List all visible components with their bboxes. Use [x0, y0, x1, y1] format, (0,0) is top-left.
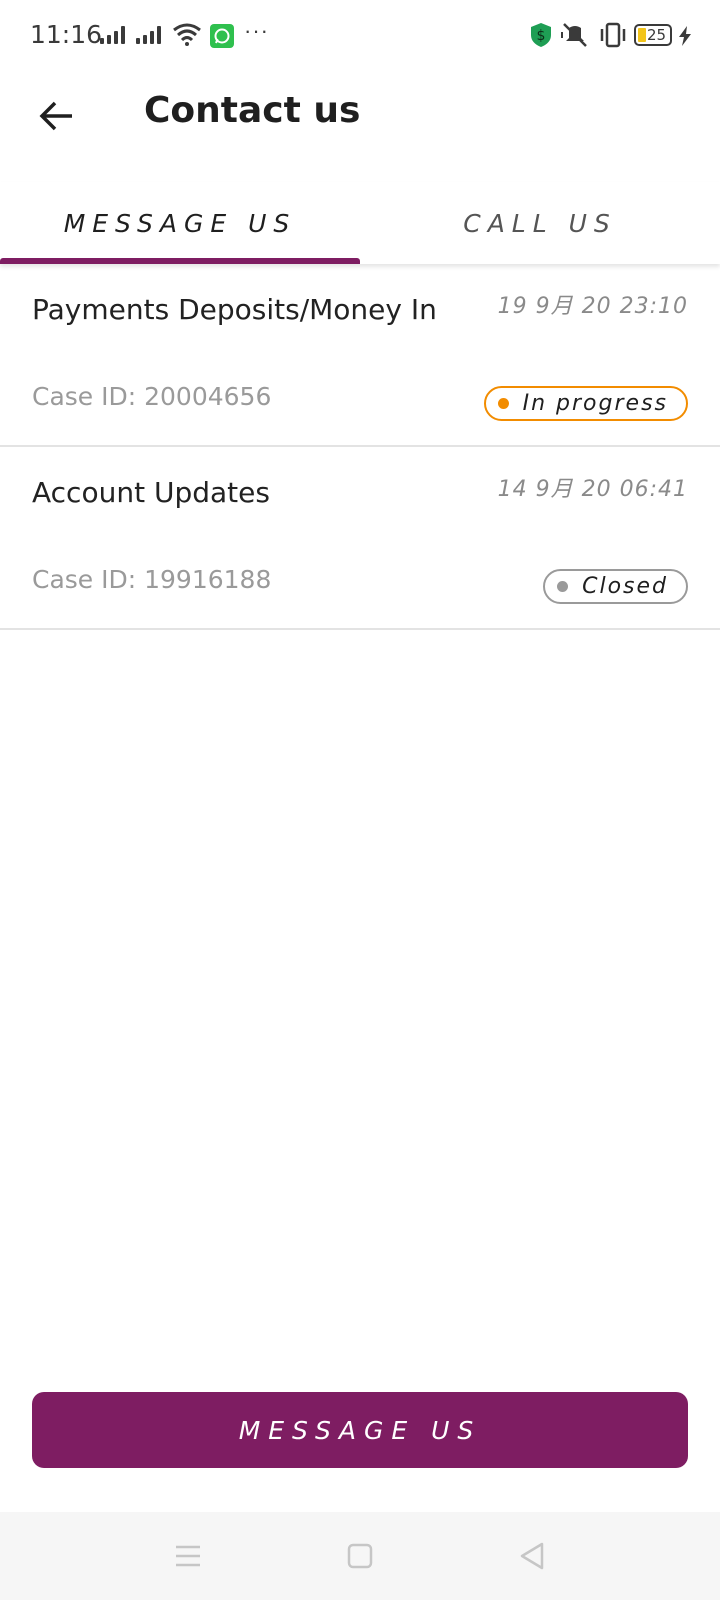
battery-level: 25	[647, 26, 667, 44]
case-date: 14 9月 20 06:41	[497, 477, 688, 502]
status-dot-icon	[557, 581, 569, 592]
case-list: Payments Deposits/Money In 19 9月 20 23:1…	[0, 264, 720, 630]
case-list-item[interactable]: Account Updates 14 9月 20 06:41 Case ID: …	[0, 447, 720, 630]
status-badge: In progress	[483, 386, 688, 421]
tab-message-us[interactable]: MESSAGE US	[0, 182, 360, 264]
signal-icon	[100, 26, 125, 44]
status-dot-icon	[497, 398, 509, 409]
menu-icon	[176, 1545, 200, 1567]
case-title: Account Updates	[32, 476, 270, 509]
charging-icon	[679, 26, 691, 46]
shield-dollar-icon: $	[531, 23, 551, 47]
back-triangle-icon	[520, 1542, 544, 1570]
page-title: Contact us	[144, 90, 361, 131]
status-bar: 11:16 ··· $ 25	[0, 0, 720, 72]
arrow-left-icon	[39, 101, 72, 131]
app-header: Contact us	[0, 72, 720, 182]
message-us-button[interactable]: MESSAGE US	[32, 1392, 688, 1468]
nav-back-button[interactable]	[512, 1538, 552, 1574]
tab-bar: MESSAGE US CALL US	[0, 182, 720, 264]
status-label: In progress	[522, 391, 668, 416]
status-badge: Closed	[543, 569, 688, 604]
signal-icon	[136, 26, 161, 44]
status-time: 11:16	[30, 20, 103, 49]
case-title: Payments Deposits/Money In	[32, 293, 437, 326]
back-button[interactable]	[30, 90, 82, 142]
status-label: Closed	[582, 574, 668, 599]
case-id: Case ID: 19916188	[32, 565, 272, 594]
wifi-icon	[173, 23, 201, 46]
system-nav-bar	[0, 1512, 720, 1600]
whatsapp-icon	[210, 24, 234, 48]
more-dots-icon: ···	[244, 18, 269, 43]
tab-call-us[interactable]: CALL US	[360, 182, 720, 264]
menu-button[interactable]	[168, 1538, 208, 1574]
vibrate-icon	[600, 22, 626, 48]
case-date: 19 9月 20 23:10	[497, 294, 688, 319]
home-button[interactable]	[340, 1538, 380, 1574]
mute-icon	[561, 23, 587, 47]
svg-text:$: $	[537, 28, 546, 44]
home-square-icon	[347, 1543, 373, 1569]
case-id: Case ID: 20004656	[32, 382, 272, 411]
battery-icon: 25	[634, 24, 672, 46]
case-list-item[interactable]: Payments Deposits/Money In 19 9月 20 23:1…	[0, 264, 720, 447]
